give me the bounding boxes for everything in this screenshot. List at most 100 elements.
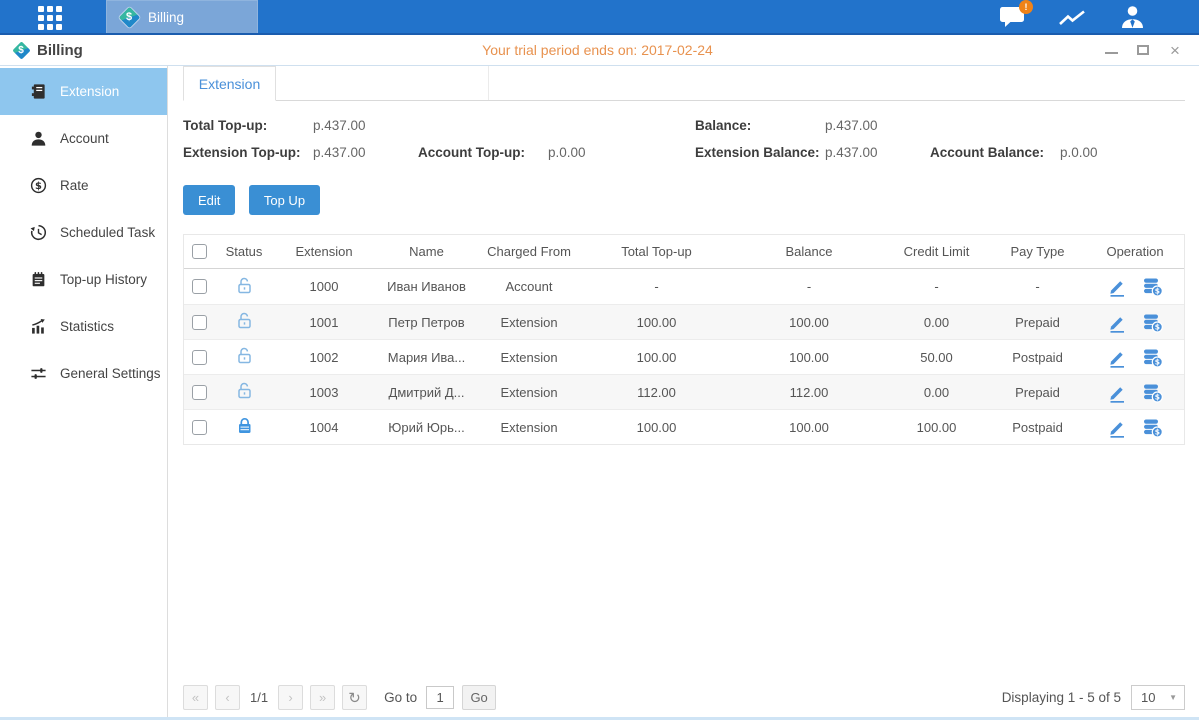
cell-charged-from: Account bbox=[479, 269, 579, 304]
svg-text:$: $ bbox=[1155, 427, 1160, 436]
user-account-icon[interactable] bbox=[1117, 4, 1147, 30]
maximize-button[interactable] bbox=[1135, 42, 1151, 58]
row-checkbox[interactable] bbox=[192, 350, 207, 365]
cell-name: Иван Иванов bbox=[374, 269, 479, 304]
extension-balance-value: p.437.00 bbox=[825, 145, 930, 160]
close-button[interactable]: × bbox=[1167, 42, 1183, 58]
status-unlocked-icon bbox=[235, 276, 254, 298]
status-unlocked-icon bbox=[235, 346, 254, 368]
cell-pay-type: Prepaid bbox=[989, 305, 1086, 339]
first-page-button[interactable]: « bbox=[183, 685, 208, 710]
next-page-button[interactable]: › bbox=[278, 685, 303, 710]
go-button[interactable]: Go bbox=[462, 685, 496, 710]
billing-app-icon: $ bbox=[119, 7, 139, 27]
select-all-checkbox[interactable] bbox=[192, 244, 207, 259]
tab-label: Extension bbox=[199, 76, 260, 92]
minimize-button[interactable] bbox=[1103, 42, 1119, 58]
table-rows: 1000 Иван Иванов Account - - - - $ bbox=[184, 269, 1184, 444]
sidebar-item-label: Rate bbox=[60, 178, 89, 193]
edit-row-icon[interactable] bbox=[1107, 347, 1127, 368]
row-checkbox[interactable] bbox=[192, 385, 207, 400]
row-checkbox[interactable] bbox=[192, 420, 207, 435]
displaying-text: Displaying 1 - 5 of 5 bbox=[1002, 690, 1121, 705]
account-topup-value: p.0.00 bbox=[548, 145, 695, 160]
main-content: Extension Total Top-up: p.437.00 Balance… bbox=[168, 66, 1199, 717]
cell-extension: 1001 bbox=[274, 305, 374, 339]
refresh-button[interactable]: ↻ bbox=[342, 685, 367, 710]
tab-extension[interactable]: Extension bbox=[183, 66, 276, 101]
header-pay-type: Pay Type bbox=[989, 235, 1086, 268]
sidebar-item-scheduled-task[interactable]: Scheduled Task bbox=[0, 209, 167, 256]
sidebar-item-topup-history[interactable]: Top-up History bbox=[0, 256, 167, 303]
summary-row-2: Extension Top-up: p.437.00 Account Top-u… bbox=[183, 145, 1185, 160]
cell-pay-type: Postpaid bbox=[989, 340, 1086, 374]
edit-row-icon[interactable] bbox=[1107, 276, 1127, 297]
svg-text:$: $ bbox=[1155, 357, 1160, 366]
header-total-topup: Total Top-up bbox=[579, 235, 734, 268]
total-topup-value: p.437.00 bbox=[313, 118, 418, 133]
row-checkbox[interactable] bbox=[192, 279, 207, 294]
topbar-tab-billing[interactable]: $ Billing bbox=[106, 0, 258, 33]
header-charged-from: Charged From bbox=[479, 235, 579, 268]
window-titlebar: $ Billing Your trial period ends on: 201… bbox=[0, 35, 1199, 66]
status-unlocked-icon bbox=[235, 311, 254, 333]
table-row: 1001 Петр Петров Extension 100.00 100.00… bbox=[184, 304, 1184, 339]
sidebar-item-label: Scheduled Task bbox=[60, 225, 155, 240]
cell-name: Юрий Юрь... bbox=[374, 410, 479, 444]
sidebar-item-general-settings[interactable]: General Settings bbox=[0, 350, 167, 397]
cell-extension: 1002 bbox=[274, 340, 374, 374]
cell-name: Петр Петров bbox=[374, 305, 479, 339]
billing-app-window: $ Billing ! bbox=[0, 0, 1199, 720]
prev-page-button[interactable]: ‹ bbox=[215, 685, 240, 710]
page-size-select[interactable]: 10 ▼ bbox=[1131, 685, 1185, 710]
cell-total-topup: - bbox=[579, 269, 734, 304]
edit-row-icon[interactable] bbox=[1107, 382, 1127, 403]
cell-total-topup: 100.00 bbox=[579, 410, 734, 444]
status-locked-icon bbox=[235, 416, 254, 438]
notifications-icon[interactable]: ! bbox=[997, 4, 1027, 30]
last-page-button[interactable]: » bbox=[310, 685, 335, 710]
edit-row-icon[interactable] bbox=[1107, 417, 1127, 438]
cell-balance: 100.00 bbox=[734, 410, 884, 444]
goto-page-input[interactable] bbox=[426, 686, 454, 709]
table-row: 1003 Дмитрий Д... Extension 112.00 112.0… bbox=[184, 374, 1184, 409]
topbar-tab-label: Billing bbox=[148, 10, 184, 25]
cell-credit-limit: 0.00 bbox=[884, 305, 989, 339]
sidebar-item-extension[interactable]: Extension bbox=[0, 68, 167, 115]
cell-extension: 1000 bbox=[274, 269, 374, 304]
cell-pay-type: Prepaid bbox=[989, 375, 1086, 409]
top-up-row-icon[interactable]: $ bbox=[1142, 417, 1163, 438]
chevron-down-icon: ▼ bbox=[1169, 693, 1184, 702]
row-checkbox[interactable] bbox=[192, 315, 207, 330]
app-launcher-button[interactable] bbox=[36, 4, 64, 32]
resource-monitor-icon[interactable] bbox=[1057, 4, 1087, 30]
sidebar-item-rate[interactable]: $ Rate bbox=[0, 162, 167, 209]
sidebar-item-account[interactable]: Account bbox=[0, 115, 167, 162]
window-title-group: $ Billing bbox=[12, 41, 372, 59]
edit-button[interactable]: Edit bbox=[183, 185, 235, 215]
sidebar-item-label: Extension bbox=[60, 84, 119, 99]
table-row: 1004 Юрий Юрь... Extension 100.00 100.00… bbox=[184, 409, 1184, 444]
table-row: 1002 Мария Ива... Extension 100.00 100.0… bbox=[184, 339, 1184, 374]
top-up-row-icon[interactable]: $ bbox=[1142, 382, 1163, 403]
extension-topup-label: Extension Top-up: bbox=[183, 145, 313, 160]
cell-credit-limit: 0.00 bbox=[884, 375, 989, 409]
cell-credit-limit: - bbox=[884, 269, 989, 304]
sidebar-item-label: Statistics bbox=[60, 319, 114, 334]
status-unlocked-icon bbox=[235, 381, 254, 403]
page-indicator: 1/1 bbox=[250, 690, 268, 705]
extension-topup-value: p.437.00 bbox=[313, 145, 418, 160]
cell-total-topup: 112.00 bbox=[579, 375, 734, 409]
top-up-button[interactable]: Top Up bbox=[249, 185, 320, 215]
balance-value: p.437.00 bbox=[825, 118, 878, 133]
top-up-row-icon[interactable]: $ bbox=[1142, 276, 1163, 297]
svg-text:$: $ bbox=[1155, 392, 1160, 401]
top-up-row-icon[interactable]: $ bbox=[1142, 312, 1163, 333]
edit-row-icon[interactable] bbox=[1107, 312, 1127, 333]
account-topup-label: Account Top-up: bbox=[418, 145, 548, 160]
cell-charged-from: Extension bbox=[479, 375, 579, 409]
top-up-row-icon[interactable]: $ bbox=[1142, 347, 1163, 368]
sidebar-item-statistics[interactable]: Statistics bbox=[0, 303, 167, 350]
cell-balance: 100.00 bbox=[734, 340, 884, 374]
dollar-circle-icon: $ bbox=[29, 177, 47, 195]
